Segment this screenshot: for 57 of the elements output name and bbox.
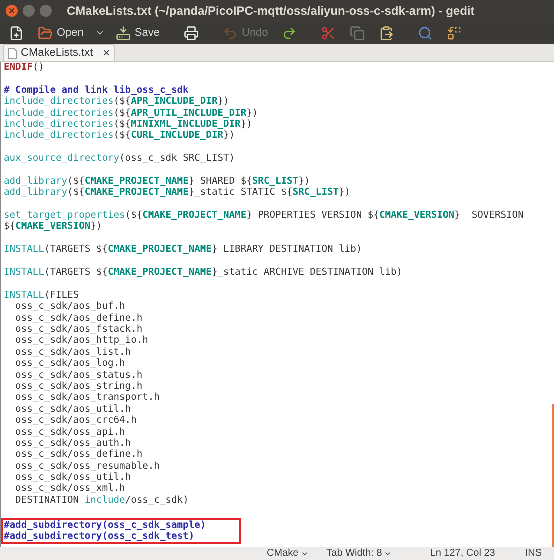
window-title: CMakeLists.txt (~/panda/PicoIPC-mqtt/oss/aliyun-oss-c-sdk-arm) - gedit [67,3,475,20]
close-icon [8,7,16,15]
document-icon [8,48,17,58]
code-line: oss_c_sdk/oss_util.h [14,472,132,484]
insert-mode: INS [525,547,542,560]
copy-icon [350,26,366,40]
code-line: ENDIF() [4,62,44,74]
code-line: oss_c_sdk/aos_list.h [14,346,132,358]
code-line: set_target_properties(${CMAKE_PROJECT_NAME} PROPERTIES VERSION ${CMAKE_VERSION} SOVERSION [4,210,524,222]
tab-width-selector[interactable]: Tab Width: 8 [326,546,392,560]
code-line: DESTINATION include/oss_c_sdk) [14,494,189,506]
code-line: include_directories(${CURL_INCLUDE_DIR}) [4,130,236,142]
code-line: oss_c_sdk/aos_transport.h [14,392,160,404]
search-icon [418,26,434,40]
code-line: oss_c_sdk/aos_log.h [14,358,126,370]
code-line: oss_c_sdk/oss_auth.h [14,438,132,450]
code-line: oss_c_sdk/oss_xml.h [14,483,126,495]
code-line: INSTALL(TARGETS ${CMAKE_PROJECT_NAME}_static ARCHIVE DESTINATION lib) [4,267,403,278]
paste-icon [379,26,394,40]
code-line: oss_c_sdk/aos_string.h [14,380,143,392]
code-line: oss_c_sdk/aos_fstack.h [14,324,143,336]
replace-icon [447,26,462,40]
code-line: oss_c_sdk/aos_buf.h [14,301,126,313]
code-line: include_directories(${APR_INCLUDE_DIR}) [4,96,230,108]
code-line: include_directories(${APR_UTIL_INCLUDE_DIR}) [4,108,258,119]
cursor-position: Ln 127, Col 23 [430,547,496,560]
code-line: INSTALL(FILES [4,290,80,302]
file-tab[interactable]: CMakeLists.txt × [3,44,116,61]
code-line: oss_c_sdk/oss_api.h [14,426,126,438]
undo-icon [223,26,238,40]
language-selector[interactable]: CMake [266,546,309,560]
folder-icon [38,26,53,40]
code-line: oss_c_sdk/aos_crc64.h [14,415,137,426]
new-file-icon [9,26,24,40]
code-line: oss_c_sdk/aos_status.h [14,370,143,381]
code-line: oss_c_sdk/aos_http_io.h [14,335,148,347]
code-line: #add_subdirectory(oss_c_sdk_sample) [4,520,206,531]
code-line: add_library(${CMAKE_PROJECT_NAME}_static STATIC ${SRC_LIST}) [4,187,351,199]
printer-icon [184,26,199,40]
code-line: # Compile and link lib_oss_c_sdk [4,84,189,96]
open-button[interactable]: Open [35,23,87,43]
save-icon [116,26,131,40]
close-button[interactable] [6,5,18,17]
code-line: oss_c_sdk/aos_util.h [14,404,132,416]
code-line: oss_c_sdk/oss_define.h [14,449,143,461]
save-button[interactable]: Save [112,23,163,43]
code-line: add_library(${CMAKE_PROJECT_NAME} SHARED ${SRC_LIST}) [4,176,310,188]
code-line: oss_c_sdk/aos_define.h [14,312,143,324]
code-line: aux_source_directory(oss_c_sdk SRC_LIST) [4,153,236,165]
code-line: oss_c_sdk/oss_resumable.h [14,460,160,472]
close-tab-button[interactable]: × [103,47,110,59]
code-line: ${CMAKE_VERSION}) [4,221,102,233]
code-line: include_directories(${MINIXML_INCLUDE_DIR}) [4,118,252,130]
code-line: #add_subdirectory(oss_c_sdk_test) [4,531,195,542]
scissors-icon [321,26,336,40]
redo-icon [282,26,298,40]
code-line: INSTALL(TARGETS ${CMAKE_PROJECT_NAME} LIBRARY DESTINATION lib) [4,244,362,256]
